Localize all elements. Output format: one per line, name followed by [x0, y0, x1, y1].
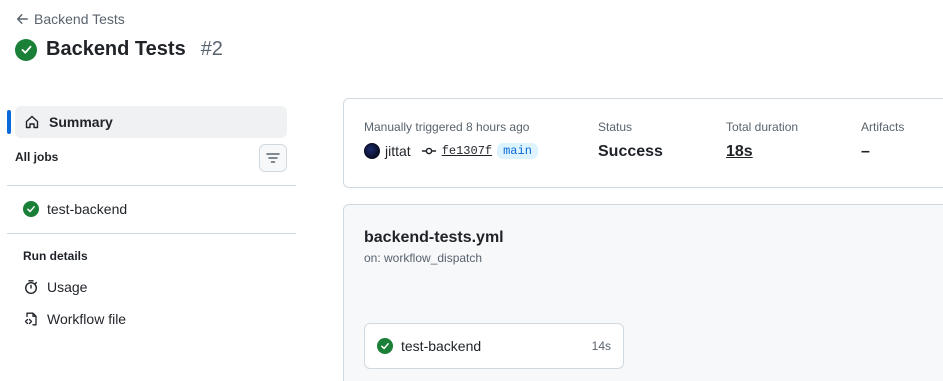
artifacts-info: Artifacts – [861, 120, 904, 161]
sidebar-item-workflow-file[interactable]: Workflow file [23, 311, 126, 327]
sidebar-item-summary[interactable]: Summary [15, 106, 287, 138]
workflow-graph: backend-tests.yml on: workflow_dispatch … [343, 204, 943, 381]
divider [7, 233, 296, 234]
sidebar-item-label: Summary [49, 114, 113, 130]
divider [7, 185, 296, 186]
git-commit-icon [421, 147, 436, 155]
actor-name[interactable]: jittat [385, 143, 411, 159]
duration-link[interactable]: 18s [726, 143, 798, 161]
filter-icon [266, 153, 280, 163]
back-link-label: Backend Tests [34, 11, 125, 27]
sidebar-item-label: Usage [47, 279, 88, 295]
arrow-left-icon [16, 14, 28, 24]
artifacts-label: Artifacts [861, 120, 905, 134]
sidebar-item-usage[interactable]: Usage [23, 279, 87, 295]
active-indicator [7, 110, 11, 134]
run-number: #2 [200, 38, 223, 60]
job-node-test-backend[interactable]: test-backend 14s [364, 323, 624, 369]
page-title: Backend Tests #2 [15, 38, 223, 61]
workflow-file-name: backend-tests.yml [364, 229, 504, 246]
duration-label: Total duration [726, 120, 799, 134]
workflow-run-page: Backend Tests Backend Tests #2 Summary A… [0, 0, 943, 381]
filter-jobs-button[interactable] [259, 144, 287, 172]
job-name: test-backend [401, 338, 482, 354]
commit-link[interactable]: fe1307f [442, 144, 492, 158]
home-icon [25, 115, 39, 129]
trigger-label: Manually triggered 8 hours ago [364, 120, 530, 134]
run-summary-card: Manually triggered 8 hours ago jittat fe… [343, 98, 943, 188]
back-link[interactable]: Backend Tests [15, 11, 125, 27]
all-jobs-heading: All jobs [15, 150, 59, 164]
status-value: Success [598, 143, 663, 160]
avatar[interactable] [364, 143, 380, 159]
stopwatch-icon [24, 280, 38, 295]
status-info: Status Success [598, 120, 663, 161]
sidebar-item-label: test-backend [47, 201, 128, 217]
workflow-trigger: on: workflow_dispatch [364, 251, 483, 265]
success-check-icon [377, 338, 393, 354]
sidebar-item-test-backend[interactable]: test-backend [23, 201, 127, 217]
branch-badge[interactable]: main [497, 143, 538, 159]
success-check-icon [23, 201, 39, 217]
duration-info: Total duration 18s [726, 120, 798, 161]
run-details-heading: Run details [23, 249, 88, 263]
artifacts-value: – [861, 143, 870, 160]
trigger-info: Manually triggered 8 hours ago jittat fe… [364, 120, 538, 159]
success-check-icon [15, 38, 37, 61]
sidebar-item-label: Workflow file [47, 311, 127, 327]
run-title: Backend Tests [46, 38, 186, 60]
file-code-icon [24, 312, 37, 326]
job-duration: 14s [591, 339, 611, 353]
status-label: Status [598, 120, 633, 134]
